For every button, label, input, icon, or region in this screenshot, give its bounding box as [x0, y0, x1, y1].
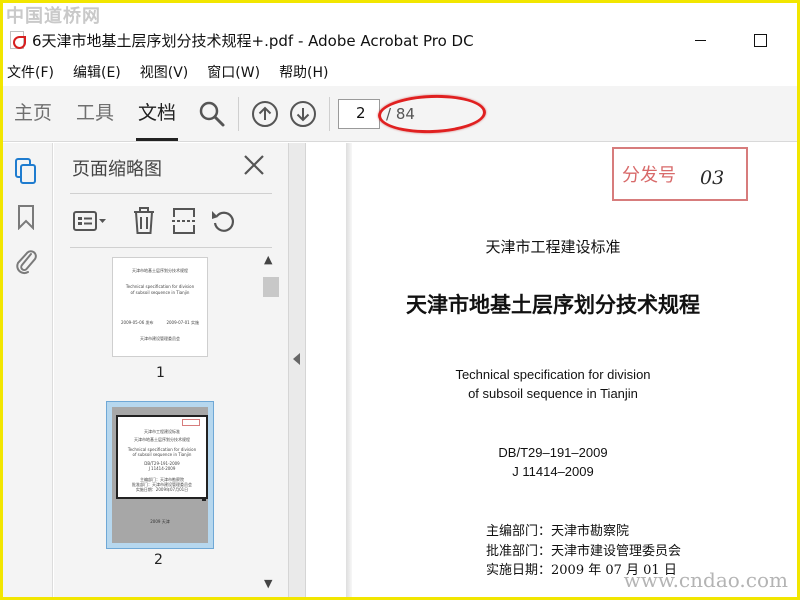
paperclip-icon[interactable] — [12, 247, 40, 275]
standard-type: 天津市工程建设标准 — [485, 238, 621, 256]
panel-toolbar — [70, 201, 244, 241]
panel-splitter[interactable] — [288, 143, 306, 600]
panel-divider — [70, 247, 272, 248]
stamp-label: 分发号 — [622, 165, 676, 186]
bookmark-icon[interactable] — [12, 203, 40, 231]
thumbnail-page-1[interactable]: 天津市地基土层序划分技术规程 Technical specification f… — [112, 257, 208, 357]
close-icon[interactable] — [242, 153, 266, 177]
arrow-up-icon[interactable] — [251, 100, 279, 128]
thumb-text: 2009-07-01 实施 — [166, 320, 199, 325]
title-bar: 6天津市地基土层序划分技术规程+.pdf - Adobe Acrobat Pro… — [0, 24, 800, 56]
thumb-text: of subsoil sequence in Tianjin — [130, 290, 190, 295]
thumb-text: 天津市地基土层序划分技术规程 — [134, 437, 190, 442]
left-rail — [0, 143, 53, 600]
thumb-text: J 11414-2009 — [148, 466, 176, 471]
thumbnail-label: 2 — [154, 552, 163, 568]
document-title-cn: 天津市地基土层序划分技术规程 — [406, 292, 700, 317]
scrollbar-thumb[interactable] — [263, 277, 279, 297]
thumb-text: 实施日期：2009年07月01日 — [135, 487, 189, 492]
pages-icon[interactable] — [12, 157, 40, 185]
thumb-text: 2009-05-06 发布 — [121, 320, 154, 325]
editor-department: 主编部门：天津市勘察院 — [486, 524, 630, 539]
watermark-bottom: www.cndao.com — [623, 568, 788, 592]
thumb-text: of subsoil sequence in Tianjin — [132, 452, 192, 457]
thumb-corner-handle — [202, 497, 206, 501]
watermark-top: 中国道桥网 — [6, 6, 101, 27]
thumbnail-page-2[interactable]: 天津市工程建设标准 天津市地基土层序划分技术规程 Technical speci… — [112, 407, 208, 543]
document-view: 分发号 03 天津市工程建设标准 天津市地基土层序划分技术规程 Technica… — [306, 143, 800, 600]
document-title-en-2: of subsoil sequence in Tianjin — [468, 386, 638, 401]
pdf-file-icon — [10, 31, 26, 49]
thumbnail-page-content: 天津市工程建设标准 天津市地基土层序划分技术规程 Technical speci… — [116, 415, 208, 499]
arrow-down-icon[interactable] — [289, 100, 317, 128]
approver-department: 批准部门：天津市建设管理委员会 — [486, 544, 682, 559]
scroll-down-icon[interactable]: ▼ — [264, 577, 272, 590]
panel-title: 页面缩略图 — [72, 159, 162, 180]
tab-home[interactable]: 主页 — [14, 98, 52, 129]
trash-icon[interactable] — [124, 203, 164, 239]
document-title-en-1: Technical specification for division — [455, 367, 651, 382]
menu-help[interactable]: 帮助(H) — [279, 62, 328, 82]
menu-view[interactable]: 视图(V) — [140, 62, 189, 82]
extract-icon[interactable] — [164, 203, 204, 239]
distribution-stamp: 分发号 03 — [612, 147, 748, 201]
panel-divider — [70, 193, 272, 194]
menu-file[interactable]: 文件(F) — [7, 62, 54, 82]
page-number-input[interactable]: 2 — [338, 98, 381, 129]
thumbnail-panel: 页面缩略图 天津市地基土层序划分技术规程 Technical specifica… — [54, 143, 288, 600]
menu-window[interactable]: 窗口(W) — [207, 62, 260, 82]
maximize-button[interactable] — [740, 24, 780, 56]
rotate-icon[interactable] — [204, 203, 244, 239]
collapse-panel-icon[interactable] — [293, 353, 300, 365]
thumbnail-scrollbar[interactable]: ▲ ▼ — [260, 251, 280, 600]
tab-document[interactable]: 文档 — [136, 98, 179, 141]
menu-bar: 文件(F) 编辑(E) 视图(V) 窗口(W) 帮助(H) — [0, 60, 348, 84]
search-icon[interactable] — [198, 100, 226, 128]
thumb-stamp — [182, 419, 200, 426]
standard-code-2: J 11414–2009 — [512, 464, 594, 479]
thumbnail-label: 1 — [156, 365, 165, 381]
stamp-number: 03 — [700, 167, 725, 189]
standard-code-1: DB/T29–191–2009 — [498, 445, 608, 460]
scroll-up-icon[interactable]: ▲ — [264, 253, 272, 266]
options-icon[interactable] — [70, 203, 110, 239]
thumb-text: 2009 天津 — [150, 519, 170, 524]
window-title: 6天津市地基土层序划分技术规程+.pdf - Adobe Acrobat Pro… — [32, 31, 474, 50]
thumb-text: 天津市工程建设标准 — [144, 429, 180, 434]
menu-edit[interactable]: 编辑(E) — [73, 62, 121, 82]
toolbar-separator — [329, 96, 331, 131]
thumb-text: 天津市建设管理委员会 — [140, 336, 180, 341]
thumb-text: Technical specification for division — [125, 284, 195, 289]
toolbar-separator — [238, 96, 240, 131]
thumbnail-list: 天津市地基土层序划分技术规程 Technical specification f… — [54, 251, 288, 600]
thumb-text: 天津市地基土层序划分技术规程 — [132, 268, 188, 273]
minimize-button[interactable] — [680, 24, 720, 56]
tab-tools[interactable]: 工具 — [76, 98, 114, 129]
